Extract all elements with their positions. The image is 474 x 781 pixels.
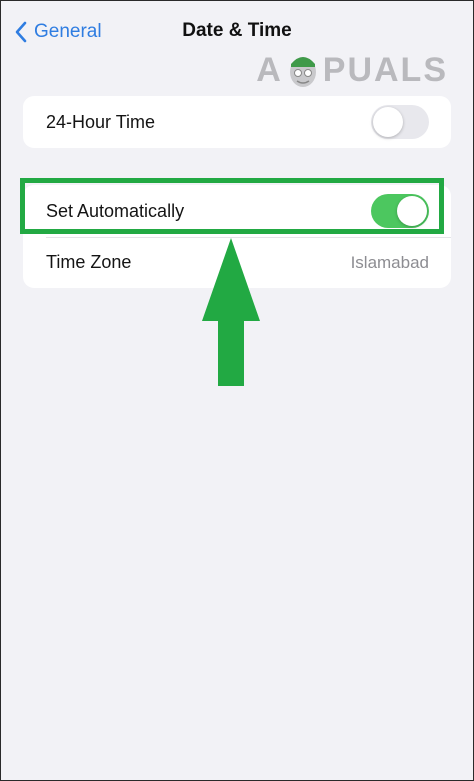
arrow-up-icon bbox=[202, 238, 260, 386]
row-time-zone-value: Islamabad bbox=[350, 252, 429, 272]
row-24-hour-time[interactable]: 24-Hour Time bbox=[23, 96, 451, 148]
appuals-watermark: A PUALS bbox=[256, 50, 448, 90]
row-24-hour-time-label: 24-Hour Time bbox=[46, 111, 156, 132]
page-title: Date & Time bbox=[182, 20, 292, 41]
watermark-text-right: PUALS bbox=[322, 50, 448, 89]
toggle-knob bbox=[373, 107, 403, 137]
annotation-highlight-box bbox=[20, 178, 444, 234]
watermark-text-left: A bbox=[256, 50, 283, 89]
toggle-24-hour-time[interactable] bbox=[371, 105, 429, 139]
row-time-zone-label: Time Zone bbox=[46, 252, 132, 272]
time-format-group: 24-Hour Time bbox=[23, 96, 451, 148]
mascot-logo-icon bbox=[289, 57, 316, 87]
